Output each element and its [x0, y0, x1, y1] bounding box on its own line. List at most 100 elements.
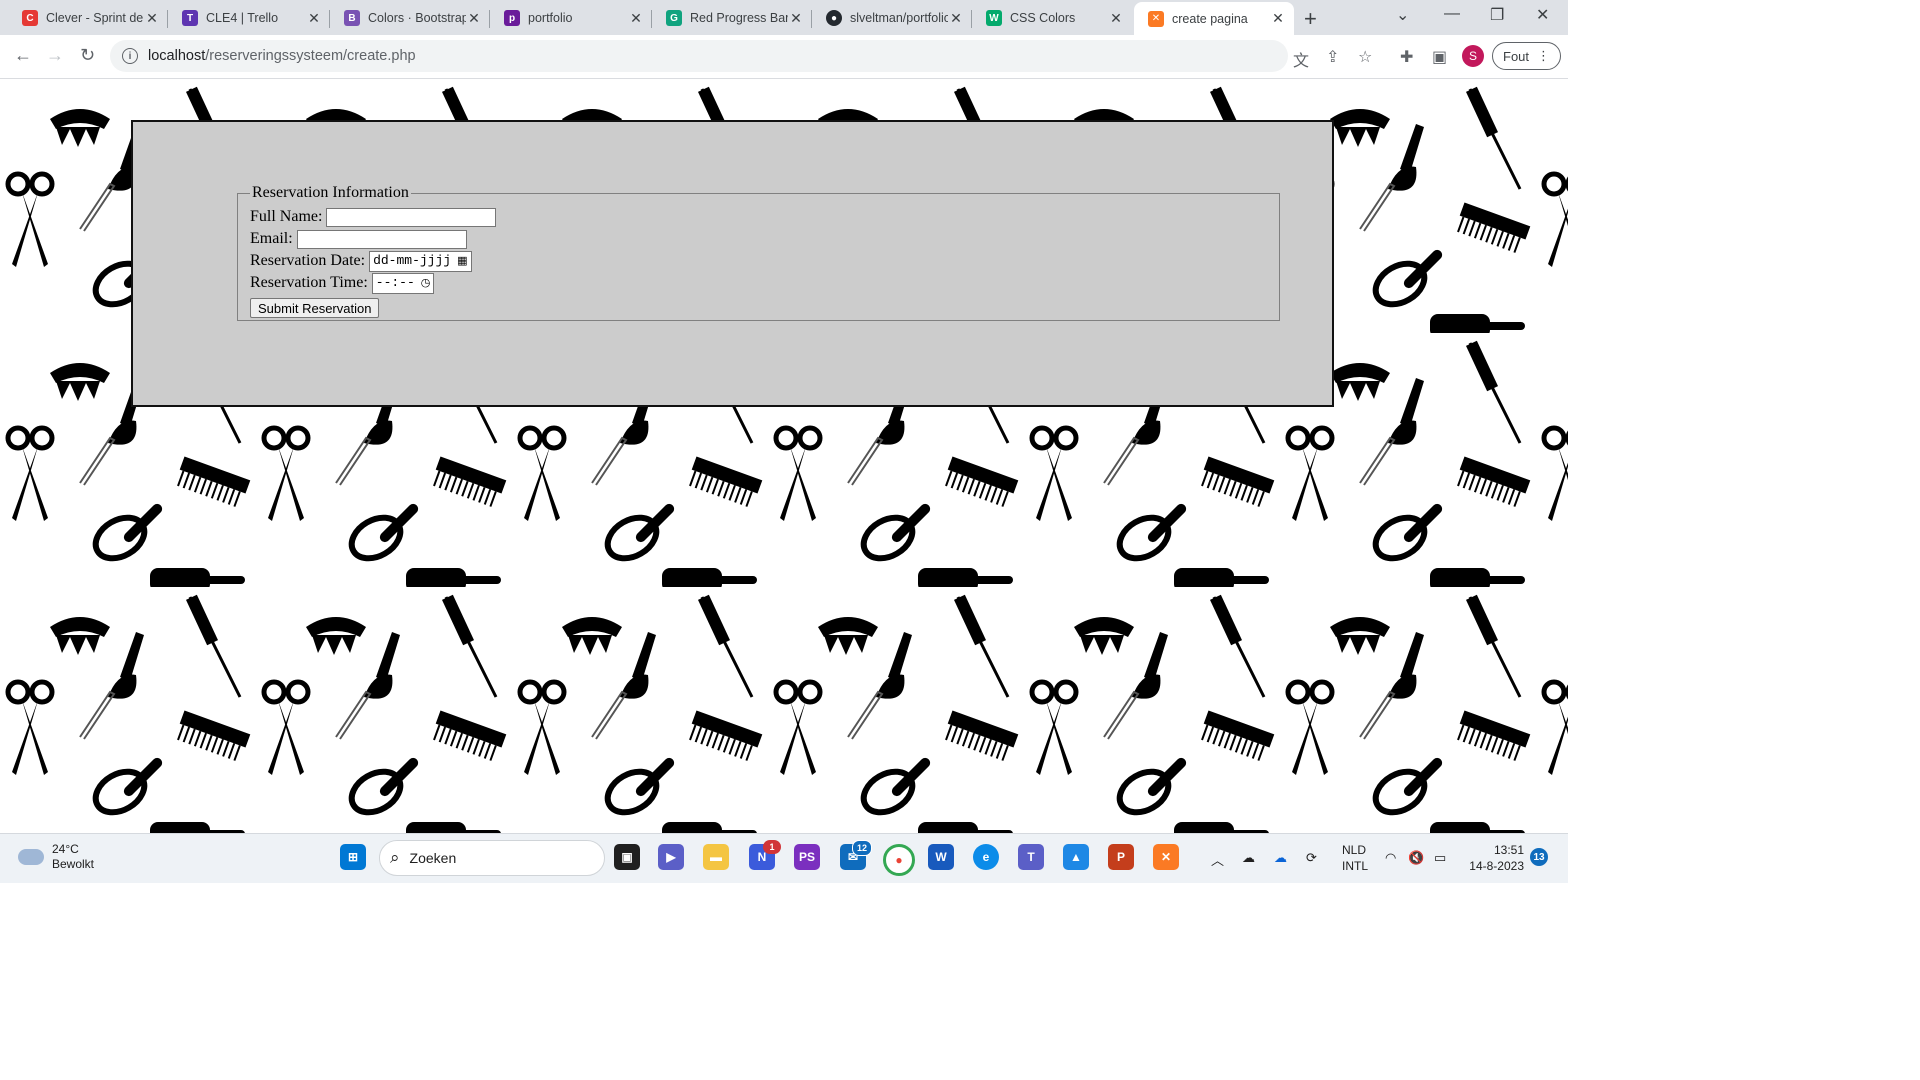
full-name-label: Full Name: [250, 208, 323, 225]
search-icon: ⌕ [390, 848, 400, 867]
notifications-badge[interactable]: 13 [1530, 848, 1548, 866]
full-name-input[interactable] [326, 207, 497, 227]
portfolio-icon: p [504, 10, 520, 26]
error-button[interactable]: Fout ⋮ [1492, 42, 1562, 70]
start-icon[interactable]: ⊞ [340, 844, 366, 870]
time-label: Reservation Time: [250, 274, 368, 291]
phpstorm-icon[interactable]: PS [794, 844, 820, 870]
tab-search-icon[interactable]: ⌄ [1396, 5, 1409, 25]
reload-button[interactable]: ↻ [80, 45, 95, 66]
share-icon[interactable]: ⇪ [1326, 47, 1339, 67]
weather-condition: Bewolkt [52, 857, 95, 871]
cloud-icon [18, 849, 44, 865]
notification-badge: 1 [763, 840, 781, 854]
teams-icon[interactable]: T [1018, 844, 1044, 870]
mute-icon[interactable]: 🔇 [1408, 850, 1424, 866]
tab-title: CLE4 | Trello [206, 11, 279, 25]
tab-title: Colors · Bootstrap [368, 11, 466, 25]
word-icon[interactable]: W [928, 844, 954, 870]
xampp-icon: ✕ [1148, 10, 1164, 27]
profile-avatar[interactable]: S [1462, 45, 1484, 67]
trello-icon: T [182, 10, 198, 26]
tab-clever[interactable]: C Clever - Sprint de ✕ [8, 3, 168, 33]
tab-title: portfolio [528, 11, 573, 25]
tab-portfolio[interactable]: p portfolio ✕ [490, 3, 652, 33]
reservation-date-input[interactable]: dd-mm-jjjj ▦ [369, 250, 472, 272]
sync-icon[interactable]: ⟳ [1306, 850, 1317, 866]
email-label: Email: [250, 230, 293, 247]
show-hidden-icons[interactable]: ︿ [1211, 850, 1224, 869]
close-icon[interactable]: ✕ [306, 10, 322, 27]
site-info-icon[interactable]: i [122, 48, 138, 64]
edge-icon[interactable]: e [973, 844, 999, 870]
tab-css-colors[interactable]: W CSS Colors ✕ [972, 3, 1132, 33]
bootstrap-icon: B [344, 10, 360, 26]
close-icon[interactable]: ✕ [1270, 10, 1286, 27]
onedrive-personal-icon[interactable]: ☁ [1242, 850, 1255, 866]
mail-icon[interactable]: ✉ 12 [840, 840, 872, 870]
date-row: Reservation Date: dd-mm-jjjj ▦ [250, 250, 1267, 272]
search-placeholder: Zoeken [409, 850, 457, 866]
close-icon[interactable]: ✕ [948, 10, 964, 27]
file-explorer-icon[interactable]: ▬ [703, 844, 729, 870]
calendar-icon[interactable]: ▦ [457, 250, 467, 272]
submit-reservation-button[interactable]: Submit Reservation [250, 298, 380, 318]
back-button[interactable]: ← [14, 45, 32, 66]
tab-title: create pagina [1172, 11, 1248, 26]
date-label: Reservation Date: [250, 252, 366, 269]
close-icon[interactable]: ✕ [628, 10, 644, 27]
tab-bootstrap[interactable]: B Colors · Bootstrap ✕ [330, 3, 490, 33]
new-tab-button[interactable]: + [1304, 6, 1317, 32]
tab-title: Red Progress Bar [690, 11, 788, 25]
reservation-fieldset: Reservation Information Full Name: Email… [237, 184, 1280, 321]
onedrive-icon[interactable]: ☁ [1274, 850, 1287, 866]
onenote-icon[interactable]: N 1 [749, 840, 781, 870]
temperature: 24°C [52, 842, 79, 856]
email-input[interactable] [296, 229, 467, 249]
full-name-row: Full Name: [250, 206, 1267, 228]
weather-widget[interactable]: 24°C Bewolkt [18, 842, 94, 872]
chatgpt-icon: G [666, 10, 682, 26]
tab-title: CSS Colors [1010, 11, 1076, 25]
bookmark-star-icon[interactable]: ☆ [1358, 47, 1372, 67]
page-viewport: Reservation Information Full Name: Email… [0, 79, 1568, 833]
battery-icon[interactable]: ▭ [1434, 850, 1446, 866]
close-icon[interactable]: ✕ [788, 10, 804, 27]
reservation-time-input[interactable]: --:-- ◷ [371, 272, 435, 294]
side-panel-icon[interactable]: ▣ [1432, 47, 1447, 67]
close-icon[interactable]: ✕ [466, 10, 482, 27]
email-row: Email: [250, 228, 1267, 250]
taskbar-search[interactable]: ⌕ Zoeken [379, 840, 605, 876]
system-clock[interactable]: 13:51 14-8-2023 [1462, 842, 1524, 874]
close-window-button[interactable]: ✕ [1536, 5, 1549, 25]
xampp-taskbar-icon[interactable]: ✕ [1153, 844, 1179, 870]
teams-chat-icon[interactable]: ▶ [658, 844, 684, 870]
minimize-button[interactable]: — [1444, 5, 1460, 23]
clock-icon[interactable]: ◷ [421, 272, 431, 294]
language-indicator[interactable]: NLD INTL [1342, 842, 1368, 874]
time-placeholder: --:-- [375, 275, 415, 290]
translate-icon[interactable]: 文 [1293, 47, 1309, 71]
close-icon[interactable]: ✕ [1108, 10, 1124, 27]
submit-row: Submit Reservation [250, 294, 1267, 320]
powerpoint-icon[interactable]: P [1108, 844, 1134, 870]
windows-taskbar: 24°C Bewolkt ⊞ ⌕ Zoeken ▣ ▶ ▬ N 1 PS ✉ 1… [0, 833, 1568, 883]
notification-badge: 12 [852, 840, 872, 856]
extensions-icon[interactable]: ✚ [1400, 47, 1413, 67]
tab-trello[interactable]: T CLE4 | Trello ✕ [168, 3, 330, 33]
browser-toolbar: ← → ↻ i localhost/reserveringssysteem/cr… [0, 35, 1568, 79]
forward-button[interactable]: → [46, 45, 64, 66]
chrome-icon[interactable]: ● [883, 844, 915, 876]
time-row: Reservation Time: --:-- ◷ [250, 272, 1267, 294]
task-view-icon[interactable]: ▣ [614, 844, 640, 870]
tab-red-progress-bar[interactable]: G Red Progress Bar ✕ [652, 3, 812, 33]
github-icon: ● [826, 10, 842, 26]
tab-create-pagina[interactable]: ✕ create pagina ✕ [1134, 2, 1294, 35]
wifi-icon[interactable]: ◠ [1385, 850, 1396, 866]
tab-github[interactable]: ● slveltman/portfolio ✕ [812, 3, 972, 33]
close-icon[interactable]: ✕ [144, 10, 160, 27]
restore-button[interactable]: ❐ [1490, 5, 1504, 25]
photos-icon[interactable]: ▲ [1063, 844, 1089, 870]
address-bar[interactable]: i localhost/reserveringssysteem/create.p… [110, 40, 1288, 72]
menu-dots-icon: ⋮ [1537, 48, 1551, 63]
